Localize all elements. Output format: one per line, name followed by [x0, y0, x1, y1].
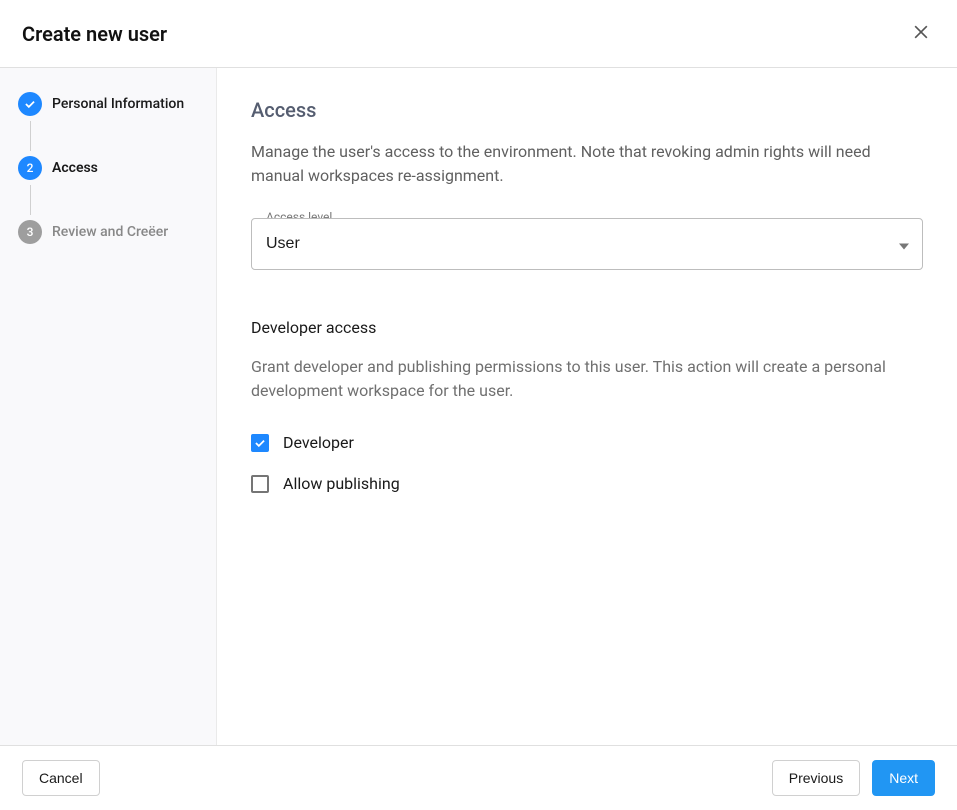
dialog-header: Create new user [0, 0, 957, 68]
access-heading: Access [251, 98, 923, 122]
step-label: Access [52, 160, 98, 176]
step-connector [30, 121, 31, 151]
step-access[interactable]: 2 Access [18, 156, 198, 180]
dialog-title: Create new user [22, 22, 167, 46]
access-level-select[interactable]: User [251, 218, 923, 270]
step-review-create[interactable]: 3 Review and Creëer [18, 220, 198, 244]
developer-checkbox-row[interactable]: Developer [251, 433, 923, 452]
developer-access-description: Grant developer and publishing permissio… [251, 355, 923, 403]
dialog-footer: Cancel Previous Next [0, 745, 957, 810]
step-connector [30, 185, 31, 215]
allow-publishing-checkbox-label: Allow publishing [283, 474, 400, 493]
access-level-value: User [266, 235, 300, 252]
access-description: Manage the user's access to the environm… [251, 140, 923, 188]
next-button[interactable]: Next [872, 760, 935, 796]
checkbox-unchecked-icon [251, 475, 269, 493]
cancel-button[interactable]: Cancel [22, 760, 100, 796]
step-personal-information[interactable]: Personal Information [18, 92, 198, 116]
check-icon [18, 92, 42, 116]
allow-publishing-checkbox-row[interactable]: Allow publishing [251, 474, 923, 493]
step-number-icon: 2 [18, 156, 42, 180]
main-panel: Access Manage the user's access to the e… [217, 68, 957, 745]
access-level-field: Access level User [251, 218, 923, 270]
stepper-sidebar: Personal Information 2 Access 3 Review a… [0, 68, 217, 745]
close-button[interactable] [907, 18, 935, 49]
step-number-icon: 3 [18, 220, 42, 244]
developer-access-heading: Developer access [251, 318, 923, 337]
developer-checkbox-label: Developer [283, 433, 354, 452]
step-label: Review and Creëer [52, 224, 168, 240]
checkbox-checked-icon [251, 434, 269, 452]
dialog-body: Personal Information 2 Access 3 Review a… [0, 68, 957, 745]
close-icon [911, 22, 931, 45]
previous-button[interactable]: Previous [772, 760, 860, 796]
footer-right-group: Previous Next [772, 760, 935, 796]
step-label: Personal Information [52, 96, 184, 112]
